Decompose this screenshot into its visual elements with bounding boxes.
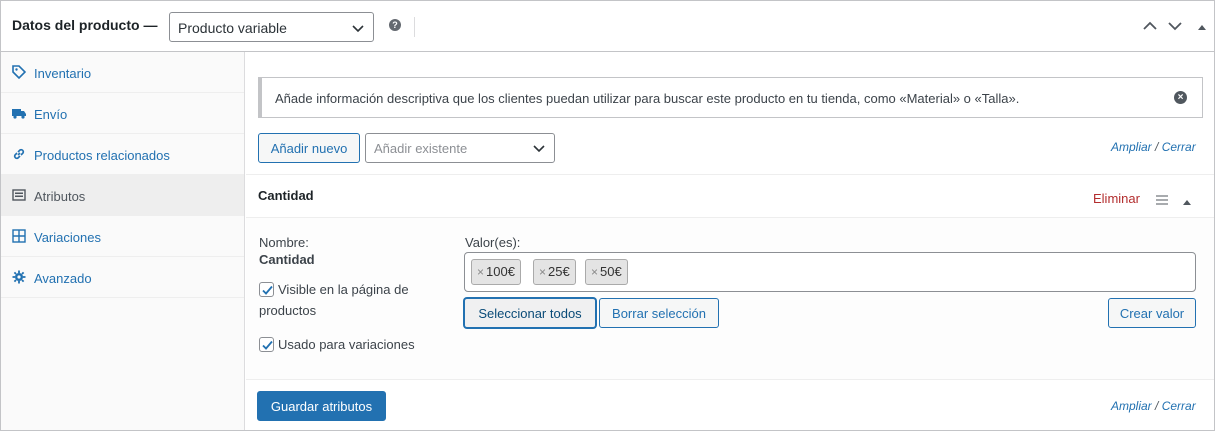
collapse-attribute-icon[interactable] bbox=[1182, 194, 1192, 209]
chip-label: 25€ bbox=[548, 264, 570, 279]
drag-handle-icon[interactable] bbox=[1156, 193, 1168, 208]
add-new-button[interactable]: Añadir nuevo bbox=[258, 133, 360, 163]
tab-label: Avanzado bbox=[34, 271, 92, 286]
tab-label: Atributos bbox=[34, 189, 86, 204]
variations-label: Usado para variaciones bbox=[278, 337, 415, 352]
help-icon[interactable]: ? bbox=[389, 19, 401, 31]
move-up-icon[interactable] bbox=[1142, 18, 1158, 37]
tab-label: Envío bbox=[34, 107, 68, 122]
collapse-panel-icon[interactable] bbox=[1197, 20, 1207, 35]
tab-label: Variaciones bbox=[34, 230, 101, 245]
tab-label: Inventario bbox=[34, 66, 92, 81]
chip-remove-icon[interactable]: × bbox=[477, 265, 484, 279]
info-notice: Añade información descriptiva que los cl… bbox=[258, 77, 1203, 118]
create-value-button[interactable]: Crear valor bbox=[1108, 298, 1196, 328]
value-chip[interactable]: × 100€ bbox=[471, 259, 521, 285]
link-icon bbox=[12, 147, 26, 164]
link-separator: / bbox=[1155, 140, 1159, 154]
values-label: Valor(es): bbox=[465, 235, 521, 250]
chevron-down-icon bbox=[532, 141, 546, 158]
tab-label: Productos relacionados bbox=[34, 148, 170, 163]
chevron-down-icon bbox=[351, 21, 365, 38]
tab-avanzado[interactable]: Avanzado bbox=[1, 257, 244, 298]
visible-checkbox[interactable] bbox=[259, 282, 274, 297]
chip-label: 100€ bbox=[486, 264, 515, 279]
variations-checkbox[interactable] bbox=[259, 337, 274, 352]
panel-title: Datos del producto — bbox=[12, 17, 158, 33]
attribute-body bbox=[246, 218, 1214, 380]
gear-icon bbox=[12, 270, 26, 287]
list-icon bbox=[12, 188, 26, 205]
remove-attribute-link[interactable]: Eliminar bbox=[1093, 191, 1140, 206]
grid-icon bbox=[12, 229, 26, 246]
value-chip[interactable]: × 25€ bbox=[533, 259, 576, 285]
attribute-header[interactable]: Cantidad Eliminar bbox=[246, 174, 1214, 218]
expand-link[interactable]: Ampliar bbox=[1111, 140, 1152, 154]
close-icon[interactable]: × bbox=[1174, 91, 1187, 104]
product-data-tabs: Inventario Envío Productos relacionados … bbox=[1, 52, 245, 430]
add-existing-select[interactable]: Añadir existente bbox=[365, 133, 555, 163]
save-attributes-button[interactable]: Guardar atributos bbox=[257, 391, 386, 421]
expand-link[interactable]: Ampliar bbox=[1111, 399, 1152, 413]
attribute-title: Cantidad bbox=[258, 188, 314, 203]
value-chip[interactable]: × 50€ bbox=[585, 259, 628, 285]
notice-text: Añade información descriptiva que los cl… bbox=[275, 91, 1020, 106]
select-all-button[interactable]: Seleccionar todos bbox=[464, 298, 596, 328]
visible-label-cont: productos bbox=[259, 303, 317, 318]
close-link[interactable]: Cerrar bbox=[1162, 399, 1196, 413]
header-divider bbox=[414, 17, 415, 37]
clear-selection-button[interactable]: Borrar selección bbox=[599, 298, 719, 328]
chip-label: 50€ bbox=[600, 264, 622, 279]
panel-header: Datos del producto — Producto variable ? bbox=[1, 1, 1214, 52]
values-multiselect[interactable]: × 100€ × 25€ × 50€ bbox=[464, 252, 1196, 292]
tab-variaciones[interactable]: Variaciones bbox=[1, 216, 244, 257]
product-data-panel: Datos del producto — Producto variable ?… bbox=[0, 0, 1215, 431]
expand-close-links-footer: Ampliar / Cerrar bbox=[1111, 399, 1196, 413]
product-type-value: Producto variable bbox=[178, 20, 287, 36]
name-label: Nombre: bbox=[259, 235, 309, 250]
product-type-select[interactable]: Producto variable bbox=[169, 12, 374, 42]
link-separator: / bbox=[1155, 399, 1159, 413]
add-existing-placeholder: Añadir existente bbox=[374, 141, 468, 156]
expand-close-links: Ampliar / Cerrar bbox=[1111, 140, 1196, 154]
attributes-footer bbox=[246, 381, 1214, 430]
tab-envio[interactable]: Envío bbox=[1, 93, 244, 134]
tab-atributos[interactable]: Atributos bbox=[1, 175, 244, 216]
chip-remove-icon[interactable]: × bbox=[591, 265, 598, 279]
move-down-icon[interactable] bbox=[1167, 18, 1183, 37]
visible-label: Visible en la página de bbox=[278, 282, 409, 297]
tab-inventario[interactable]: Inventario bbox=[1, 52, 244, 93]
truck-icon bbox=[12, 106, 26, 123]
name-value: Cantidad bbox=[259, 252, 315, 267]
close-link[interactable]: Cerrar bbox=[1162, 140, 1196, 154]
tab-productos-relacionados[interactable]: Productos relacionados bbox=[1, 134, 244, 175]
chip-remove-icon[interactable]: × bbox=[539, 265, 546, 279]
tag-icon bbox=[12, 65, 27, 82]
